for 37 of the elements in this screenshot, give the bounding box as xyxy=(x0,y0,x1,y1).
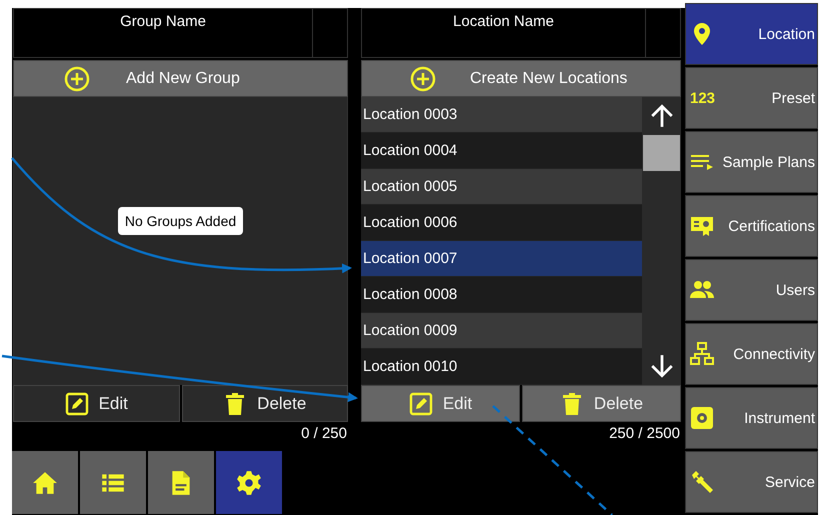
pencil-square-icon xyxy=(408,392,433,416)
pencil-square-icon xyxy=(64,392,89,416)
arrow-up-icon[interactable] xyxy=(648,103,674,129)
empty-message: No Groups Added xyxy=(118,207,244,235)
delete-button[interactable]: Delete xyxy=(522,385,681,422)
sidebar-item[interactable]: Connectivity xyxy=(685,323,818,385)
column-header: Location Name xyxy=(452,12,555,32)
document-tab[interactable] xyxy=(148,451,214,514)
list-item[interactable]: Location 0005 xyxy=(361,169,642,205)
network-icon xyxy=(690,342,714,366)
sidebar-item[interactable]: Service xyxy=(685,451,818,513)
certificate-icon xyxy=(690,214,714,238)
edit-button[interactable]: Edit xyxy=(361,385,520,422)
item-count: 0 / 250 xyxy=(301,424,348,442)
sidebar-item[interactable]: Instrument xyxy=(685,387,818,449)
list-tab[interactable] xyxy=(80,451,146,514)
settings-tab[interactable] xyxy=(216,451,282,514)
sidebar-item[interactable]: Users xyxy=(685,259,818,321)
plus-circle-icon xyxy=(410,66,436,92)
sidebar-item[interactable]: Sample Plans xyxy=(685,131,818,193)
list-item[interactable]: Location 0003 xyxy=(361,97,642,133)
sidebar-item[interactable]: Certifications xyxy=(685,195,818,257)
list-item[interactable]: Location 0009 xyxy=(361,313,642,349)
settings-icon xyxy=(236,470,262,496)
home-tab[interactable] xyxy=(12,451,78,514)
item-count: 250 / 2500 xyxy=(609,424,681,442)
column-header: Group Name xyxy=(119,12,207,32)
numbers-icon: 123 xyxy=(690,90,716,106)
list-item[interactable]: Location 0007 xyxy=(361,241,642,277)
home-icon xyxy=(32,470,58,496)
sidebar-item[interactable]: Location xyxy=(685,3,818,65)
arrow-down-icon[interactable] xyxy=(648,353,674,379)
scrollbar-thumb[interactable] xyxy=(643,135,680,171)
add-button[interactable]: Add New Group xyxy=(13,60,348,97)
plus-circle-icon xyxy=(64,66,90,92)
add-button[interactable]: Create New Locations xyxy=(361,60,681,97)
sidebar-item[interactable]: 123 Preset xyxy=(685,67,818,129)
